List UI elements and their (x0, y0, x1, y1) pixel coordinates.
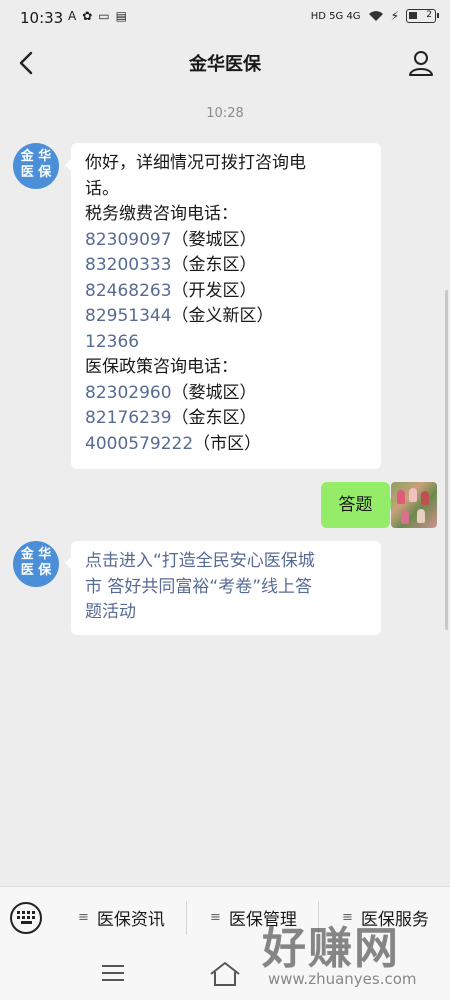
activity-link-bubble[interactable]: 点击进入“打造全民安心医保城 市 答好共同富裕“考卷”线上答 题活动 (65, 541, 381, 635)
scrollbar[interactable] (445, 290, 448, 630)
message-timestamp: 10:28 (206, 106, 244, 121)
avatar-figure (397, 490, 405, 504)
menu-item-label: 医保资讯 (96, 910, 165, 930)
area-label: （婺城区） (171, 229, 257, 250)
chat-header: 金华医保 (0, 36, 450, 90)
avatar-text: 医 保 (20, 563, 52, 578)
area-label: （市区） (193, 433, 262, 454)
phone-link[interactable]: 82176239 (85, 408, 172, 428)
message-text: 你好，详细情况可拨打咨询电 (85, 153, 306, 173)
user-avatar[interactable] (391, 482, 437, 528)
system-icons: HD 5G 4G ⚡ 2 (310, 9, 439, 23)
profile-button[interactable] (406, 48, 436, 78)
official-account-avatar[interactable]: 金 华 医 保 (13, 143, 59, 189)
menu-lines-icon: ≡ (78, 910, 89, 925)
phone-line: 12366 (85, 330, 367, 356)
phone-link[interactable]: 82309097 (85, 230, 172, 250)
menu-item-news[interactable]: ≡ 医保资讯 (78, 905, 165, 930)
official-account-avatar[interactable]: 金 华 医 保 (13, 541, 59, 587)
user-message-bubble: 答题 (321, 482, 396, 528)
phone-line: 82309097（婺城区） (85, 228, 367, 254)
avatar-figure (421, 491, 429, 505)
page-title: 金华医保 (189, 54, 261, 75)
area-label: （金东区） (171, 255, 257, 275)
wifi-icon (368, 11, 383, 21)
menu-divider (186, 901, 187, 935)
status-bar: 10:33 A ✿ ▭ ▤ HD 5G 4G ⚡ 2 (0, 0, 450, 36)
user-icon (409, 51, 433, 76)
area-label: （开发区） (171, 280, 257, 301)
message-bubble: 你好，详细情况可拨打咨询电 话。 税务缴费咨询电话： 82309097（婺城区）… (65, 143, 381, 469)
phone-link[interactable]: 82951344 (85, 306, 172, 326)
avatar-text: 医 保 (20, 165, 52, 180)
watermark: 好赚网 www.zhuanyes.com (232, 912, 432, 992)
avatar-text: 金 华 (20, 547, 52, 562)
notification-icon: ✿ (82, 9, 93, 23)
avatar-text: 金 华 (20, 149, 52, 164)
phone-line: 4000579222（市区） (85, 432, 367, 458)
battery-icon: 2 (406, 9, 439, 23)
watermark-url: www.zhuanyes.com (268, 970, 417, 988)
phone-link[interactable]: 82302960 (85, 383, 172, 403)
avatar-figure (401, 510, 409, 524)
link-text: 市 答好共同富裕“考卷”线上答 (85, 576, 313, 597)
status-time: 10:33 (20, 9, 64, 27)
phone-line: 82176239（金东区） (85, 406, 367, 432)
avatar-figure (417, 509, 425, 523)
keyboard-icon (17, 911, 35, 924)
notification-icon: ▤ (115, 9, 127, 23)
area-label: （金义新区） (171, 306, 274, 326)
keyboard-toggle-button[interactable] (10, 902, 42, 934)
link-text: 题活动 (85, 602, 136, 622)
phone-line: 82468263（开发区） (85, 279, 367, 305)
tax-heading: 税务缴费咨询电话： (85, 204, 238, 224)
notification-icon: A (68, 9, 77, 23)
recent-apps-button[interactable] (102, 965, 124, 983)
notification-icon: ▭ (98, 9, 110, 23)
medical-heading: 医保政策咨询电话： (85, 357, 238, 377)
area-label: （婺城区） (171, 382, 257, 403)
charging-icon: ⚡ (390, 9, 399, 23)
avatar-figure (409, 488, 417, 502)
phone-link[interactable]: 82468263 (85, 281, 172, 301)
notification-icons: A ✿ ▭ ▤ (68, 9, 127, 23)
phone-link[interactable]: 12366 (85, 332, 139, 352)
link-text: 点击进入“打造全民安心医保城 (85, 551, 315, 571)
watermark-logo: 好赚网 (262, 923, 400, 974)
phone-line: 82951344（金义新区） (85, 304, 367, 330)
phone-line: 83200333（金东区） (85, 253, 367, 279)
menu-lines-icon: ≡ (210, 910, 221, 925)
battery-level: 2 (426, 10, 432, 20)
area-label: （金东区） (171, 408, 257, 428)
network-indicator: HD 5G 4G (310, 10, 361, 22)
phone-link[interactable]: 83200333 (85, 255, 172, 275)
message-text: 话。 (85, 178, 119, 199)
phone-link[interactable]: 4000579222 (85, 434, 193, 454)
phone-line: 82302960（婺城区） (85, 381, 367, 407)
